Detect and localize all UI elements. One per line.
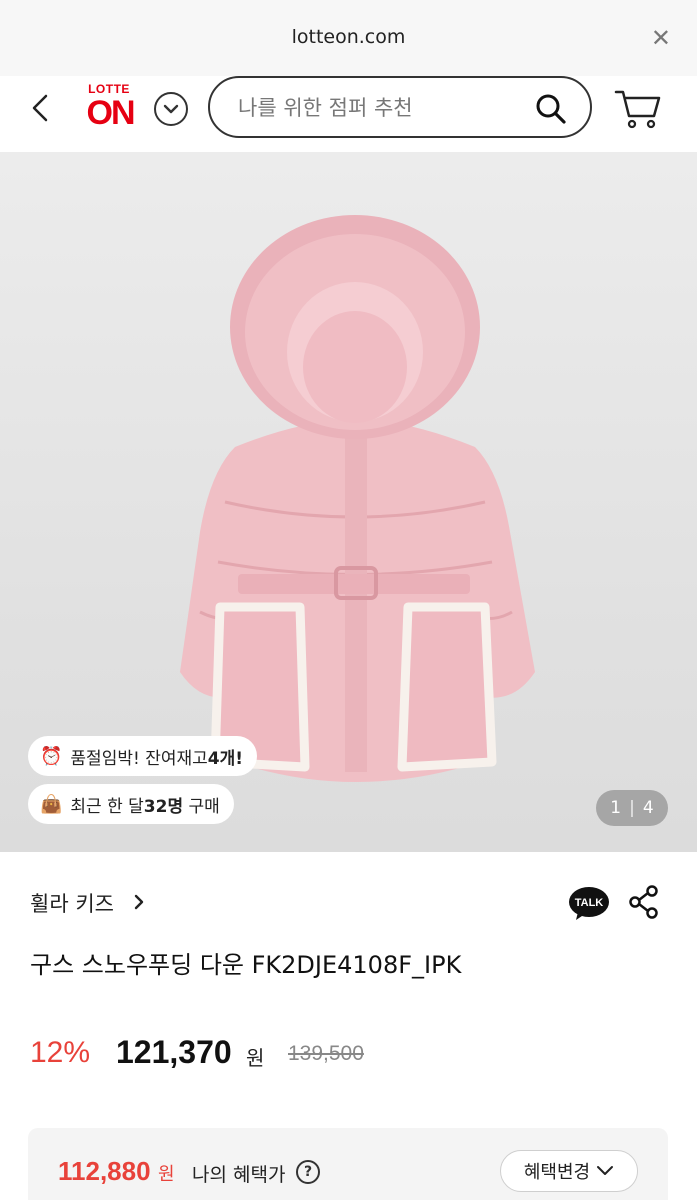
product-image	[180, 215, 535, 782]
cart-icon[interactable]	[614, 88, 662, 130]
total-pages: 4	[642, 798, 654, 818]
low-stock-badge: ⏰ 품절임박! 잔여재고 4개!	[28, 736, 257, 776]
recent-sales-suffix: 구매	[183, 796, 220, 817]
sale-price: 121,370	[116, 1034, 232, 1070]
low-stock-text: 품절임박! 잔여재고	[70, 748, 208, 769]
brand-link[interactable]: 휠라 키즈	[30, 888, 114, 918]
search-icon[interactable]	[534, 92, 568, 126]
chevron-right-icon[interactable]	[130, 890, 148, 914]
browser-url-bar: lotteon.com ✕	[0, 0, 697, 76]
back-arrow-icon[interactable]	[26, 90, 58, 126]
search-bar[interactable]	[208, 76, 592, 138]
benefit-price: 112,880	[58, 1156, 151, 1186]
logo-main-text: ON	[86, 94, 136, 132]
talk-label: TALK	[575, 897, 604, 909]
price-currency: 원	[246, 1046, 265, 1070]
product-name: 구스 스노우푸딩 다운 FK2DJE4108F_IPK	[30, 951, 462, 979]
lotte-on-logo[interactable]: LOTTE ON	[80, 82, 140, 138]
benefit-currency: 원	[158, 1164, 175, 1185]
change-benefit-label: 혜택변경	[523, 1162, 591, 1183]
app-header: LOTTE ON	[0, 76, 697, 152]
share-icon[interactable]	[628, 884, 660, 920]
url-text[interactable]: lotteon.com	[0, 26, 697, 48]
change-benefit-button[interactable]: 혜택변경	[500, 1150, 638, 1192]
low-stock-count: 4개!	[207, 748, 243, 769]
image-page-counter: 1 | 4	[596, 790, 668, 826]
recent-sales-badge: 👜 최근 한 달 32명 구매	[28, 784, 234, 824]
kakao-talk-icon[interactable]: TALK	[568, 886, 610, 922]
page-separator: |	[629, 798, 635, 818]
recent-sales-prefix: 최근 한 달	[70, 796, 144, 817]
original-price: 139,500	[288, 1042, 364, 1065]
chevron-down-icon	[597, 1166, 614, 1175]
benefit-price-panel: 112,880 원 나의 혜택가 ? 혜택변경	[28, 1128, 668, 1200]
close-icon[interactable]: ✕	[651, 24, 671, 52]
recent-sales-count: 32명	[143, 796, 184, 817]
current-page: 1	[610, 798, 622, 818]
discount-rate: 12%	[30, 1036, 91, 1069]
search-input[interactable]	[238, 92, 518, 124]
service-menu-dropdown[interactable]	[154, 92, 188, 126]
alarm-clock-icon: ⏰	[40, 745, 63, 767]
help-icon[interactable]: ?	[296, 1160, 320, 1184]
chevron-down-icon	[163, 104, 179, 114]
shopping-bag-icon: 👜	[40, 793, 63, 815]
product-image-gallery[interactable]: ⏰ 품절임박! 잔여재고 4개! 👜 최근 한 달 32명 구매 1 | 4	[0, 152, 697, 852]
benefit-label: 나의 혜택가	[192, 1164, 286, 1186]
